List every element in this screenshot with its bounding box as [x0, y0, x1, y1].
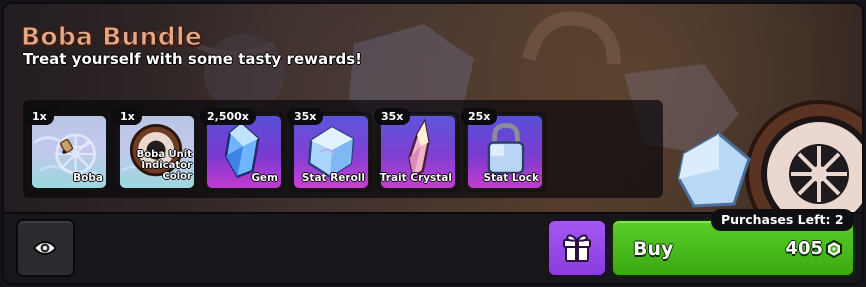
purchases-left-badge: Purchases Left: 2 — [711, 209, 854, 231]
reward-item-name: Boba Unit Indicator Color — [136, 149, 192, 182]
reward-item-quantity: 1x — [113, 108, 142, 125]
reward-item-quantity: 35x — [287, 108, 324, 125]
gift-button[interactable] — [547, 219, 607, 277]
bundle-subtitle: Treat yourself with some tasty rewards! — [23, 50, 362, 68]
reward-item-quantity: 35x — [374, 108, 411, 125]
reward-item-name: Stat Reroll — [301, 172, 365, 184]
reward-item-name: Stat Lock — [483, 172, 539, 184]
price-value: 405 — [785, 238, 823, 259]
reward-item-name: Boba — [73, 172, 103, 184]
reward-item-name: Trait Crystal — [379, 172, 452, 184]
robux-icon — [826, 240, 842, 258]
bundle-title: Boba Bundle — [20, 22, 203, 52]
reward-item-quantity: 2,500x — [200, 108, 256, 125]
preview-button[interactable] — [16, 219, 75, 277]
bundle-panel: Boba Bundle Treat yourself with some tas… — [2, 2, 864, 285]
gift-icon — [563, 234, 591, 262]
reward-item-quantity: 1x — [25, 108, 54, 125]
buy-label: Buy — [633, 238, 674, 260]
reward-item-quantity: 25x — [461, 108, 498, 125]
reward-item-name: Gem — [251, 172, 278, 184]
eye-icon — [32, 241, 58, 255]
stat-reroll-cube-deco-icon — [677, 132, 751, 208]
